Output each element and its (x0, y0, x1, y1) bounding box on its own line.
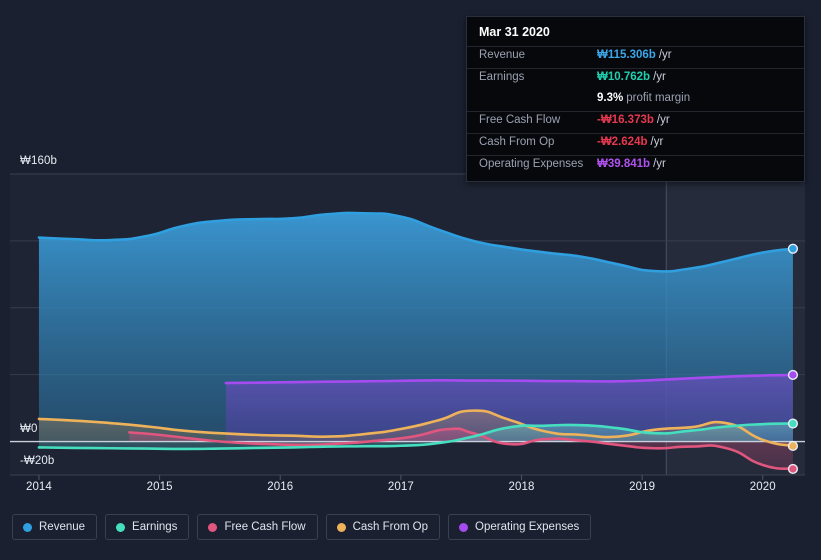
tooltip-key-free-cash-flow: Free Cash Flow (479, 114, 561, 126)
tooltip-row-profit-margin: 9.3% profit margin (467, 90, 804, 111)
tooltip-suffix-cash-from-op: /yr (650, 136, 664, 148)
x-axis-label-2017: 2017 (387, 481, 414, 493)
x-axis-label-2014: 2014 (25, 481, 52, 493)
legend-item-cash-from-op[interactable]: Cash From Op (325, 514, 441, 540)
tooltip-value-free-cash-flow: -₩16.373b (597, 114, 654, 126)
legend-label: Revenue (39, 521, 86, 533)
tooltip-suffix-operating-expenses: /yr (653, 158, 666, 170)
tooltip-row-revenue: Revenue ₩115.306b /yr (467, 46, 804, 68)
legend-color-dot (116, 522, 126, 532)
tooltip-row-cash-from-op: Cash From Op -₩2.624b /yr (467, 133, 804, 155)
tooltip-row-earnings: Earnings ₩10.762b /yr (467, 68, 804, 90)
tooltip-value-operating-expenses: ₩39.841b (597, 158, 651, 170)
legend-item-free-cash-flow[interactable]: Free Cash Flow (197, 514, 318, 540)
legend-color-dot (23, 522, 32, 532)
legend-color-dot (336, 522, 346, 532)
tooltip-key-earnings: Earnings (479, 71, 525, 83)
tooltip-suffix-free-cash-flow: /yr (656, 114, 670, 126)
tooltip-date: Mar 31 2020 (479, 25, 550, 39)
y-axis-label-160b: ₩160b (20, 155, 57, 167)
legend-item-revenue[interactable]: Revenue (12, 514, 98, 540)
x-axis-label-2018: 2018 (508, 481, 535, 493)
legend-label: Cash From Op (352, 521, 429, 533)
tooltip-value-earnings: ₩10.762b (597, 71, 651, 83)
tooltip-value-cash-from-op: -₩2.624b (597, 136, 648, 148)
legend-label: Operating Expenses (475, 521, 580, 533)
y-axis-label-0: ₩0 (20, 423, 38, 435)
tooltip-key-cash-from-op: Cash From Op (479, 136, 555, 148)
x-axis-label-2019: 2019 (629, 481, 656, 493)
chart-legend: Revenue Earnings Free Cash Flow Cash From O… (12, 514, 592, 540)
tooltip-label-profit-margin: profit margin (626, 92, 691, 104)
legend-label: Free Cash Flow (224, 521, 306, 533)
legend-item-operating-expenses[interactable]: Operating Expenses (448, 514, 592, 540)
legend-item-earnings[interactable]: Earnings (105, 514, 190, 540)
tooltip-row-operating-expenses: Operating Expenses ₩39.841b /yr (467, 155, 804, 177)
legend-color-dot (459, 522, 469, 532)
tooltip-value-profit-margin: 9.3% (597, 92, 624, 104)
x-axis-label-2016: 2016 (267, 481, 294, 493)
tooltip-value-revenue: ₩115.306b (597, 49, 656, 61)
chart-tooltip: Mar 31 2020 Revenue ₩115.306b /yr Earnin… (466, 16, 805, 182)
tooltip-key-revenue: Revenue (479, 49, 526, 61)
tooltip-row-free-cash-flow: Free Cash Flow -₩16.373b /yr (467, 111, 804, 133)
x-axis-label-2020: 2020 (749, 481, 776, 493)
tooltip-suffix-revenue: /yr (658, 49, 672, 61)
tooltip-suffix-earnings: /yr (653, 71, 666, 83)
y-axis-label-minus20b: -₩20b (20, 455, 55, 467)
tooltip-key-operating-expenses: Operating Expenses (479, 158, 584, 170)
financial-chart: ₩160b ₩0 -₩20b 2014 2015 2016 2017 2018 2019 2… (0, 0, 821, 560)
x-axis-label-2015: 2015 (146, 481, 173, 493)
legend-color-dot (208, 522, 218, 532)
legend-label: Earnings (132, 521, 178, 533)
